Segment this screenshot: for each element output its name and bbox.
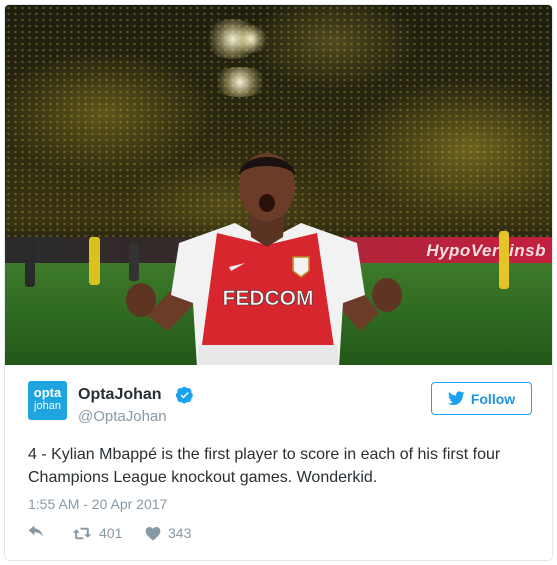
stadium-light xyxy=(233,25,269,53)
like-button[interactable]: 343 xyxy=(145,525,191,541)
background-player xyxy=(25,241,35,287)
reply-button[interactable] xyxy=(28,525,45,540)
ad-board-text: HypoVereinsb xyxy=(426,241,546,260)
avatar[interactable]: opta johan xyxy=(28,381,67,420)
tweet-timestamp[interactable]: 1:55 AM - 20 Apr 2017 xyxy=(28,496,167,512)
heart-icon xyxy=(145,526,161,541)
follow-button[interactable]: Follow xyxy=(431,382,532,415)
author-name[interactable]: OptaJohan xyxy=(78,386,162,404)
tweet-card: HypoVereinsb FEDCOM opta johan OptaJohan… xyxy=(4,4,553,561)
avatar-text-line2: johan xyxy=(34,400,61,412)
background-player xyxy=(89,237,100,285)
tweet-photo[interactable]: HypoVereinsb FEDCOM xyxy=(5,5,552,365)
twitter-bird-icon xyxy=(447,391,465,406)
player-figure: FEDCOM xyxy=(126,153,402,365)
retweet-button[interactable]: 401 xyxy=(72,525,122,541)
retweet-icon xyxy=(72,527,92,539)
reply-icon xyxy=(28,525,44,537)
follow-label: Follow xyxy=(470,390,516,407)
shirt-sponsor: FEDCOM xyxy=(223,287,314,310)
stadium-light xyxy=(210,67,270,97)
author-handle[interactable]: @OptaJohan xyxy=(78,408,167,425)
avatar-text-line1: opta xyxy=(33,385,62,400)
like-count: 343 xyxy=(168,525,192,541)
tweet-text: 4 - Kylian Mbappé is the first player to… xyxy=(28,446,501,486)
retweet-count: 401 xyxy=(99,525,123,541)
background-player xyxy=(499,231,509,289)
verified-icon xyxy=(176,386,193,404)
